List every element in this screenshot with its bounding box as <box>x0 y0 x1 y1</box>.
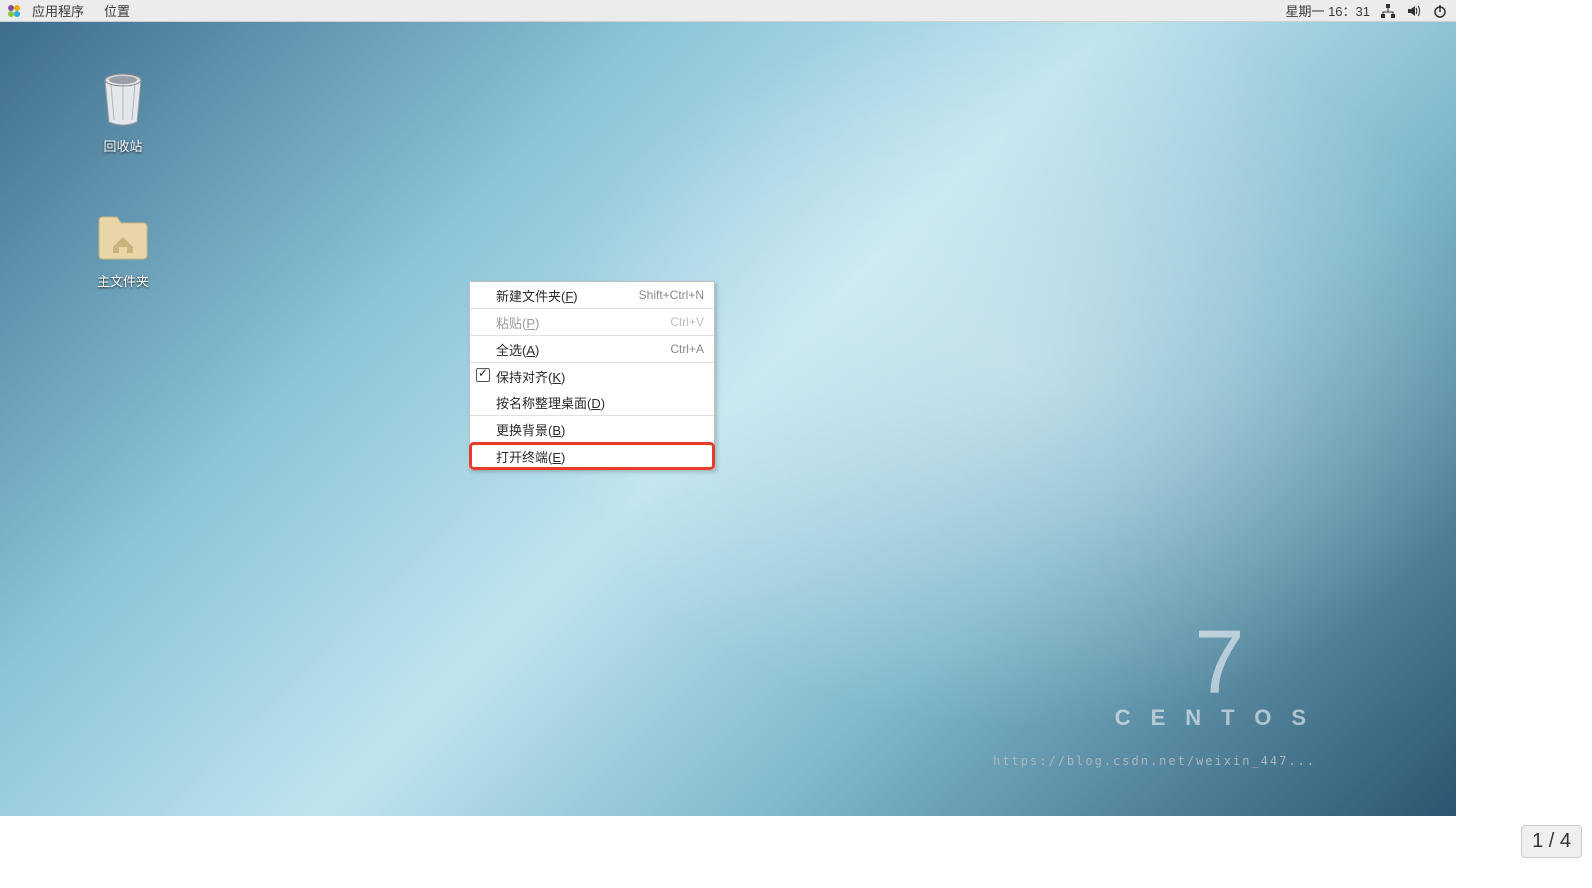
centos-name: CENTOS <box>1115 705 1326 731</box>
menu-item-sort-by-name[interactable]: 按名称整理桌面(D) <box>470 389 714 415</box>
home-folder-label: 主文件夹 <box>97 271 149 290</box>
folder-home-icon <box>93 205 153 265</box>
page-indicator: 1 / 4 <box>1521 825 1582 858</box>
volume-icon[interactable] <box>1406 3 1422 19</box>
panel-clock[interactable]: 星期一 16：31 <box>1285 1 1370 20</box>
desktop-area[interactable]: 应用程序 位置 星期一 16：31 回收站 主文件夹 <box>0 0 1456 816</box>
trash-desktop-icon[interactable]: 回收站 <box>78 70 168 155</box>
menu-item-change-background[interactable]: 更换背景(B) <box>470 416 714 442</box>
watermark-text: https://blog.csdn.net/weixin_447... <box>993 754 1316 768</box>
centos-brand: 7 CENTOS <box>1115 612 1326 731</box>
home-folder-desktop-icon[interactable]: 主文件夹 <box>78 205 168 290</box>
checkmark-icon <box>476 368 490 382</box>
menu-item-open-terminal[interactable]: 打开终端(E) <box>470 443 714 469</box>
menu-item-paste: 粘贴(P) Ctrl+V <box>470 309 714 335</box>
network-icon[interactable] <box>1380 3 1396 19</box>
power-icon[interactable] <box>1432 3 1448 19</box>
menu-item-new-folder[interactable]: 新建文件夹(F) Shift+Ctrl+N <box>470 282 714 308</box>
menu-applications[interactable]: 应用程序 <box>22 0 94 22</box>
menu-item-select-all[interactable]: 全选(A) Ctrl+A <box>470 336 714 362</box>
top-panel: 应用程序 位置 星期一 16：31 <box>0 0 1456 22</box>
distro-logo-icon <box>6 3 22 19</box>
trash-label: 回收站 <box>103 136 142 155</box>
centos-version: 7 <box>1115 612 1326 715</box>
trash-icon <box>93 70 153 130</box>
menu-places[interactable]: 位置 <box>94 0 140 22</box>
desktop-context-menu: 新建文件夹(F) Shift+Ctrl+N 粘贴(P) Ctrl+V 全选(A)… <box>469 281 715 470</box>
menu-item-keep-aligned[interactable]: 保持对齐(K) <box>470 363 714 389</box>
